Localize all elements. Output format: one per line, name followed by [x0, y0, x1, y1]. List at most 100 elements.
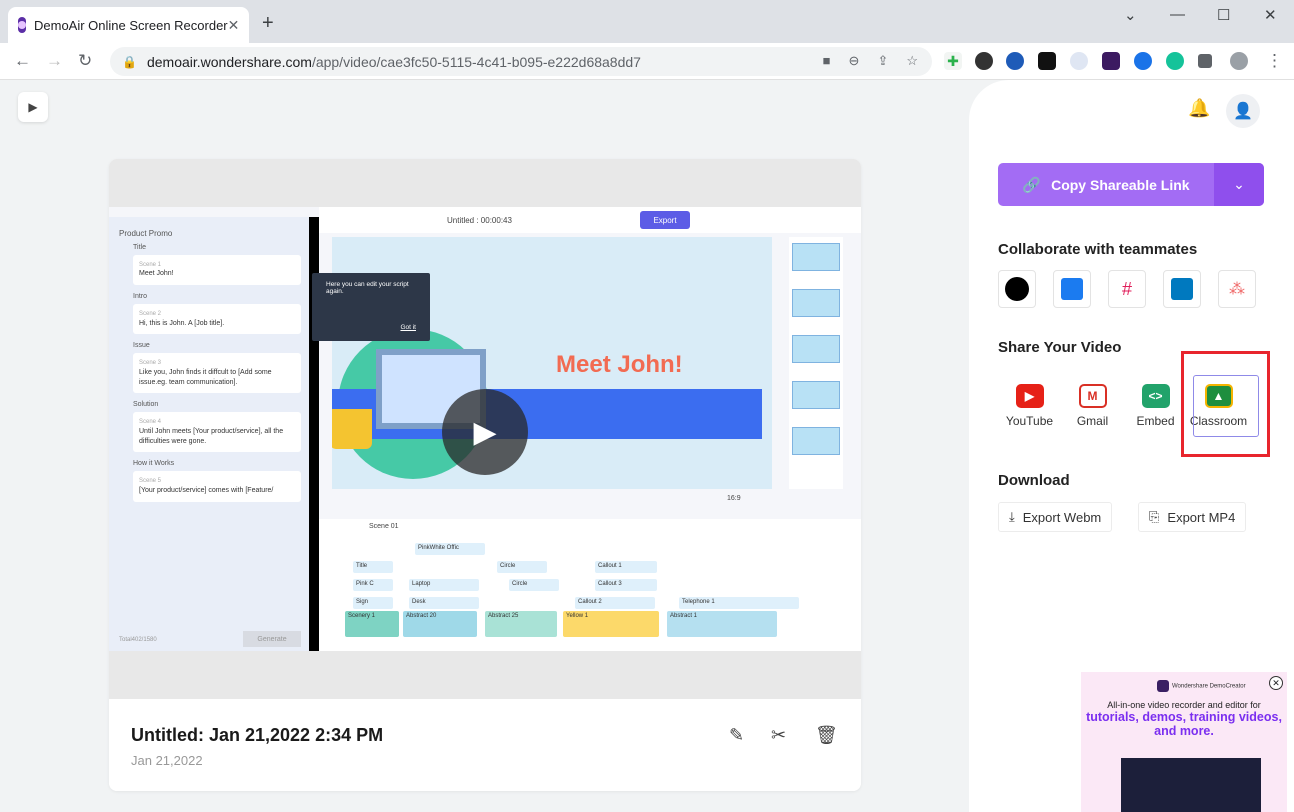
share-icon[interactable]: ⇪	[877, 53, 888, 69]
script-scene-box: Scene 5 [Your product/service] comes with…	[133, 471, 301, 502]
share-gmail-button[interactable]: M Gmail	[1061, 370, 1124, 442]
timeline-track: Circle	[497, 561, 547, 573]
extension-y-icon[interactable]	[1134, 52, 1152, 70]
profile-icon[interactable]	[1230, 52, 1248, 70]
scene-thumbnails	[789, 237, 843, 489]
ad-image	[1121, 758, 1261, 812]
extension-demoair-icon[interactable]	[1102, 52, 1120, 70]
extension-link-icon[interactable]	[1070, 52, 1088, 70]
ad-close-icon[interactable]: ✕	[1269, 676, 1283, 690]
github-icon	[1005, 277, 1029, 301]
download-heading: Download	[998, 472, 1070, 489]
editor-export-label: Export	[653, 215, 677, 225]
scene-text: Like you, John finds it diffcult to [Add…	[139, 368, 272, 386]
notification-bell-icon[interactable]: 🔔	[1188, 98, 1210, 119]
extension-plus-icon[interactable]: ✚	[944, 52, 962, 70]
export-mp4-button[interactable]: ⎘ Export MP4	[1138, 502, 1247, 532]
scene-label: Scene 2	[139, 311, 162, 318]
share-heading: Share Your Video	[998, 339, 1122, 356]
trim-scissors-icon[interactable]: ✂	[771, 725, 786, 746]
bookmark-star-icon[interactable]: ☆	[906, 53, 918, 69]
share-youtube-button[interactable]: ▶ YouTube	[998, 370, 1061, 442]
user-avatar[interactable]: 👤	[1226, 94, 1260, 128]
recorded-screen: Untitled : 00:00:43 Export Meet John! 16…	[109, 207, 861, 651]
browser-tab-bar: DemoAir Online Screen Recorder ✕ + ⌄ — ☐…	[0, 0, 1294, 43]
extensions-puzzle-icon[interactable]	[1198, 54, 1212, 68]
script-total: Total402/1580	[119, 637, 157, 643]
scene-thumbnail	[792, 289, 840, 317]
close-window-icon[interactable]: ✕	[1264, 6, 1277, 24]
forward-icon[interactable]: →	[46, 51, 63, 71]
github-button[interactable]	[998, 270, 1036, 308]
editor-topbar: Untitled : 00:00:43	[319, 207, 861, 233]
editor-export-button: Export	[640, 211, 690, 229]
timeline-track: Laptop	[409, 579, 479, 591]
play-icon[interactable]: ▶	[442, 389, 528, 475]
video-folder-icon: ▶	[28, 100, 38, 114]
menu-kebab-icon[interactable]: ⋮	[1266, 51, 1283, 71]
browser-tab[interactable]: DemoAir Online Screen Recorder ✕	[8, 7, 249, 43]
video-preview[interactable]: Untitled : 00:00:43 Export Meet John! 16…	[109, 159, 861, 699]
timeline-track: Abstract 25	[485, 611, 557, 637]
extension-color-icon[interactable]	[975, 52, 993, 70]
copy-link-label: Copy Shareable Link	[1051, 176, 1190, 193]
copy-shareable-link-button[interactable]: 🔗 Copy Shareable Link	[998, 163, 1214, 206]
tooltip-got-it: Got it	[400, 324, 416, 331]
user-icon: 👤	[1233, 103, 1253, 120]
address-bar[interactable]: 🔒 demoair.wondershare.com /app/video/cae…	[110, 47, 932, 76]
minimize-icon[interactable]: —	[1170, 6, 1185, 23]
share-option-label: YouTube	[1005, 414, 1054, 428]
share-embed-button[interactable]: <> Embed	[1124, 370, 1187, 442]
maximize-icon[interactable]: ☐	[1217, 6, 1230, 24]
trello-button[interactable]	[1163, 270, 1201, 308]
scene-thumbnail	[792, 427, 840, 455]
asana-icon: ⁂	[1229, 281, 1245, 298]
reload-icon[interactable]: ↻	[78, 51, 92, 71]
teams-button[interactable]	[1053, 270, 1091, 308]
asana-button[interactable]: ⁂	[1218, 270, 1256, 308]
edit-pencil-icon[interactable]: ✎	[729, 725, 744, 746]
tooltip-text: Here you can edit your script again.	[326, 281, 409, 295]
zoom-icon[interactable]: ⊖	[849, 53, 860, 69]
timeline-track: Callout 2	[575, 597, 655, 609]
scene-label: Scene 5	[139, 478, 162, 485]
ad-line1: All-in-one video recorder and editor for	[1107, 700, 1261, 710]
video-date: Jan 21,2022	[131, 753, 203, 768]
copy-link-button-group: 🔗 Copy Shareable Link ⌄	[998, 163, 1264, 206]
collaborate-heading: Collaborate with teammates	[998, 241, 1198, 258]
script-scene-box: Scene 2 Hi, this is John. A [Job title].	[133, 304, 301, 335]
camera-icon[interactable]: ■	[823, 53, 831, 69]
ratio-label: 16:9	[727, 495, 741, 502]
export-webm-button[interactable]: ⤓ Export Webm	[998, 502, 1113, 532]
tab-search-icon[interactable]: ⌄	[1124, 6, 1137, 24]
export-mp4-label: Export MP4	[1167, 509, 1236, 525]
script-panel: Product Promo Title Scene 1 Meet John! In…	[109, 217, 319, 651]
script-section-label: How it Works	[133, 460, 175, 468]
editor-timeline: Scene 01 Title Pink C Sign Laptop Desk C…	[319, 519, 861, 651]
copy-link-dropdown[interactable]: ⌄	[1214, 163, 1264, 206]
video-info: Untitled: Jan 21,2022 2:34 PM Jan 21,202…	[109, 699, 861, 791]
democreator-logo-icon	[1157, 680, 1169, 692]
scene-label: Scene 1	[139, 262, 162, 268]
export-file-icon: ⎘	[1149, 509, 1160, 524]
scene-text: Meet John!	[139, 270, 174, 278]
my-videos-button[interactable]: ▶	[18, 92, 48, 122]
script-section-label: Title	[133, 244, 146, 251]
back-icon[interactable]: ←	[14, 51, 31, 71]
new-tab-icon[interactable]: +	[262, 12, 274, 35]
collaborate-icons: # ⁂	[998, 270, 1256, 308]
extension-rss-icon[interactable]	[1006, 52, 1024, 70]
tab-title: DemoAir Online Screen Recorder	[34, 17, 228, 33]
extension-91-icon[interactable]	[1038, 52, 1056, 70]
scene-text: Until John meets [Your product/service],…	[139, 427, 284, 445]
close-tab-icon[interactable]: ✕	[228, 17, 240, 34]
timeline-track: Title	[353, 561, 393, 573]
slack-button[interactable]: #	[1108, 270, 1146, 308]
delete-trash-icon[interactable]: 🗑	[815, 725, 838, 746]
youtube-icon: ▶	[1015, 384, 1044, 408]
timeline-track: Scenery 1	[345, 611, 399, 637]
extension-grammarly-icon[interactable]	[1166, 52, 1184, 70]
timeline-track: Telephone 1	[679, 597, 799, 609]
democreator-ad[interactable]: Wondershare DemoCreator All-in-one video…	[1081, 672, 1287, 812]
chevron-down-icon: ⌄	[1233, 176, 1245, 192]
